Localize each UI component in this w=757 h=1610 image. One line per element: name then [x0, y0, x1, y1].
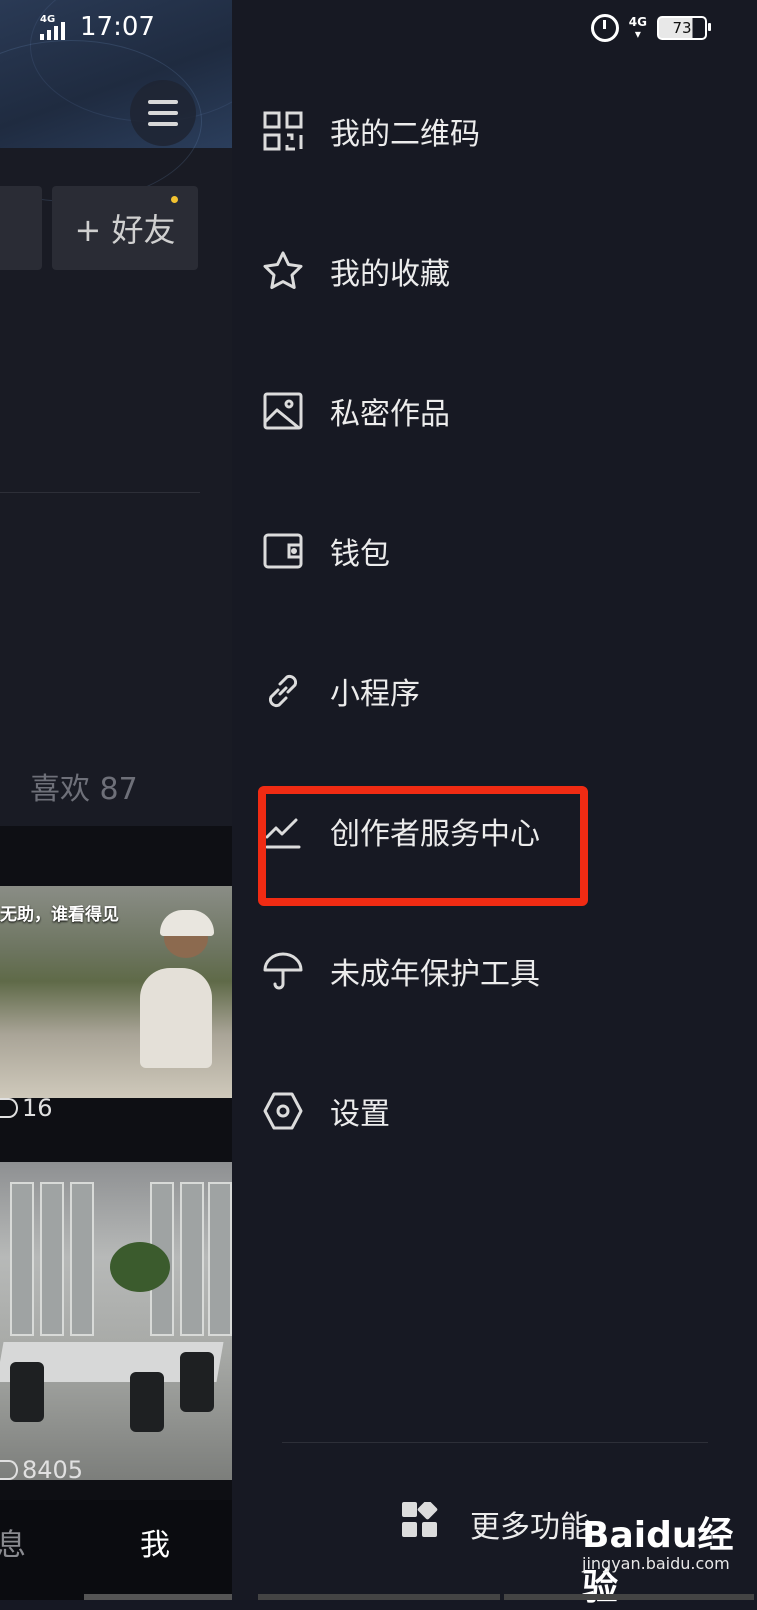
menu-item-settings[interactable]: 设置 [262, 1076, 390, 1146]
star-icon [262, 250, 304, 292]
add-friend-button[interactable]: + 好友 [52, 186, 198, 270]
divider [282, 1442, 708, 1443]
menu-item-qrcode[interactable]: 我的二维码 [262, 96, 480, 166]
bottom-tab-bar: 息 我 [0, 1500, 232, 1600]
wallet-icon [262, 530, 304, 572]
hard-hat [160, 910, 214, 936]
likes-tab[interactable]: 喜欢 87 [30, 764, 138, 808]
more-features-label: 更多功能 [470, 1510, 590, 1545]
menu-item-private-works[interactable]: 私密作品 [262, 376, 450, 446]
video-view-count-2: 8405 [0, 1456, 83, 1484]
umbrella-icon [262, 950, 304, 992]
cellular-signal-icon: 4G [40, 14, 72, 40]
menu-item-mini-programs[interactable]: 小程序 [262, 656, 420, 726]
play-count-icon [0, 1098, 18, 1118]
menu-button[interactable] [130, 80, 196, 146]
edit-profile-button[interactable] [0, 186, 42, 270]
tab-messages[interactable]: 息 [0, 1520, 26, 1564]
menu-item-minor-protection[interactable]: 未成年保护工具 [262, 936, 540, 1006]
gesture-bar [258, 1594, 500, 1600]
network-icon: 4G ▾ [628, 15, 647, 41]
battery-icon: 73 [657, 16, 711, 40]
gesture-bar [84, 1594, 232, 1600]
menu-item-label: 我的二维码 [330, 117, 480, 152]
more-features-button[interactable]: 更多功能 [402, 1499, 590, 1546]
menu-item-favorites[interactable]: 我的收藏 [262, 236, 450, 306]
hexagon-settings-icon [262, 1090, 304, 1132]
profile-header-banner: 4G 17:07 [0, 0, 232, 202]
menu-item-label: 小程序 [330, 677, 420, 712]
link-icon [262, 670, 304, 712]
menu-item-wallet[interactable]: 钱包 [262, 516, 390, 586]
menu-item-label: 设置 [330, 1097, 390, 1132]
image-icon [262, 390, 304, 432]
play-count-icon [0, 1460, 18, 1480]
menu-item-label: 私密作品 [330, 397, 450, 432]
tab-me[interactable]: 我 [140, 1520, 170, 1564]
hamburger-icon [148, 100, 178, 104]
video-caption: 无助，谁看得见 [0, 905, 119, 925]
alarm-icon [590, 14, 619, 42]
menu-item-label: 未成年保护工具 [330, 957, 540, 992]
qrcode-icon [262, 110, 304, 152]
highlight-box [258, 786, 588, 906]
status-bar-right: 4G ▾ 73 [590, 14, 711, 42]
video-view-count-1: 16 [0, 1094, 53, 1122]
video-thumbnail-1[interactable]: 无助，谁看得见 [0, 886, 232, 1098]
status-bar-left: 4G 17:07 [40, 12, 155, 42]
gesture-bar [504, 1594, 754, 1600]
status-time: 17:07 [80, 12, 155, 42]
video-thumbnail-2[interactable] [0, 1162, 232, 1480]
menu-item-label: 我的收藏 [330, 257, 450, 292]
grid-apps-icon [402, 1499, 438, 1546]
notification-dot [171, 196, 178, 203]
menu-item-label: 钱包 [330, 537, 390, 572]
divider [0, 492, 200, 493]
profile-page-background: 4G 17:07 + 好友 喜欢 87 无助，谁看得见 16 8405 息 我 [0, 0, 232, 1600]
